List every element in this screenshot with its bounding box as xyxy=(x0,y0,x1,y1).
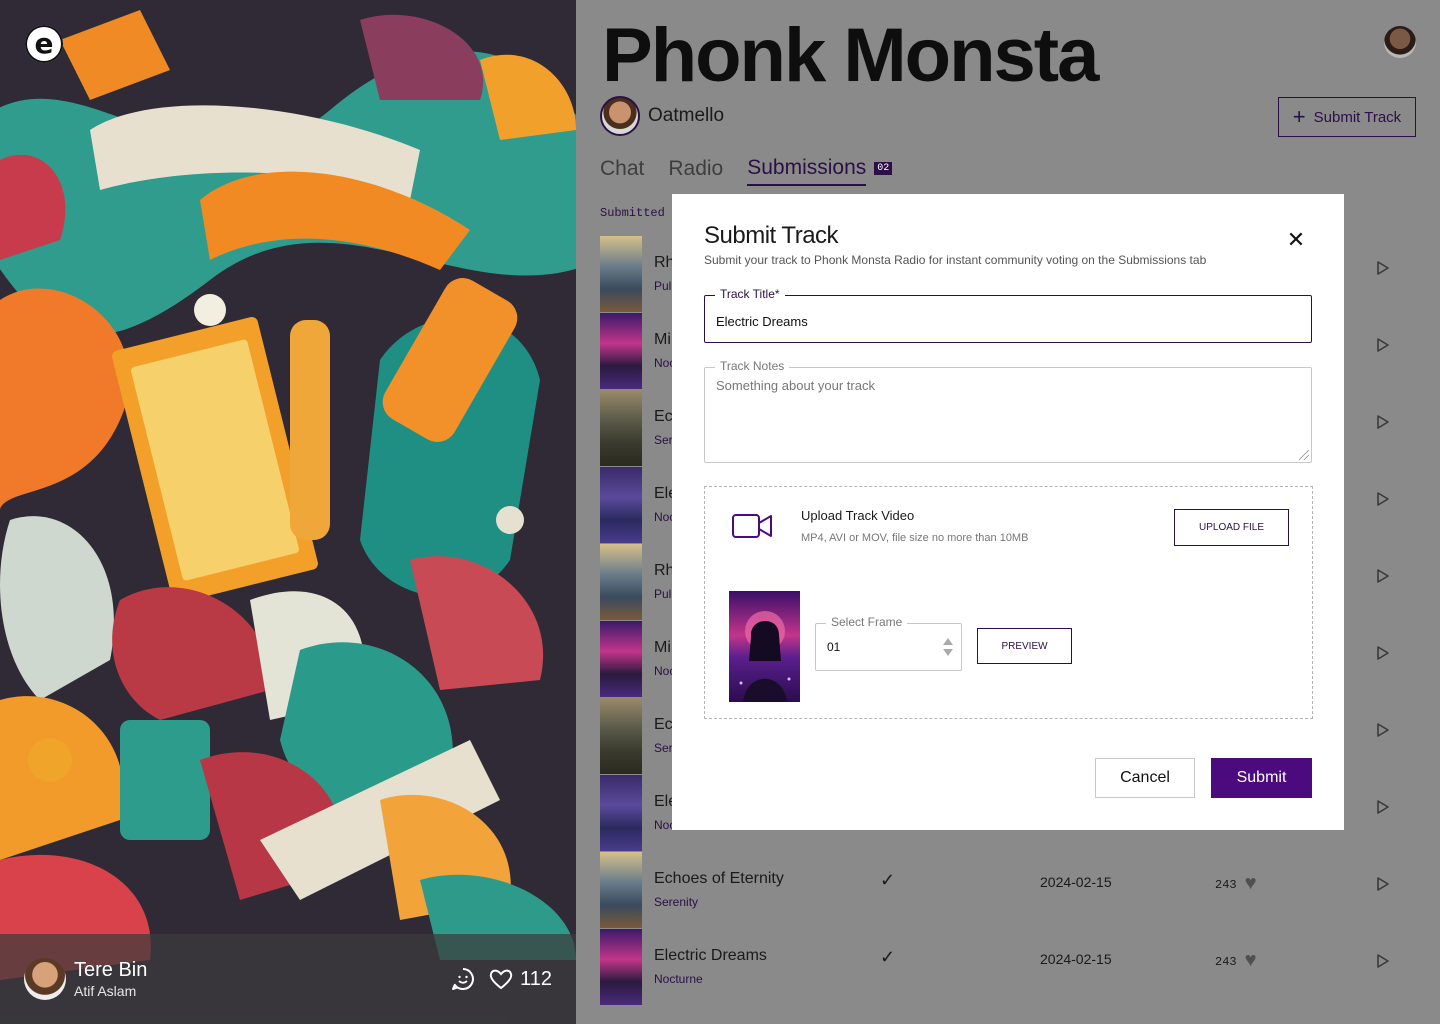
select-frame-label: Select Frame xyxy=(826,615,908,629)
heart-icon[interactable]: ♥ xyxy=(1245,875,1257,895)
track-title: Ec xyxy=(654,716,673,733)
track-thumbnail xyxy=(600,852,642,928)
track-artist[interactable]: Ser xyxy=(654,741,673,755)
track-title-value: Electric Dreams xyxy=(716,314,808,329)
creator-info[interactable]: Oatmello xyxy=(600,96,724,136)
upload-dropzone[interactable]: Upload Track Video MP4, AVI or MOV, file… xyxy=(704,486,1313,719)
track-title: Echoes of Eternity xyxy=(654,870,784,887)
track-thumbnail xyxy=(600,236,642,312)
submission-row[interactable]: Electric Dreams Nocturne ✓ 2024-02-15 243 ♥ xyxy=(600,929,1416,1006)
select-frame-field[interactable]: Select Frame 01 xyxy=(815,615,962,671)
submission-date: 2024-02-15 xyxy=(1040,874,1112,890)
like-count: 112 xyxy=(520,967,552,990)
track-artist[interactable]: Ser xyxy=(654,433,673,447)
track-thumbnail xyxy=(600,621,642,697)
track-thumbnail xyxy=(600,390,642,466)
submit-track-label: Submit Track xyxy=(1313,108,1402,126)
video-frame-thumbnail xyxy=(729,591,800,702)
play-icon[interactable] xyxy=(1376,414,1390,430)
submission-row[interactable]: Echoes of Eternity Serenity ✓ 2024-02-15 243… xyxy=(600,852,1416,929)
play-icon[interactable] xyxy=(1376,568,1390,584)
play-icon[interactable] xyxy=(1376,645,1390,661)
tab-chat[interactable]: Chat xyxy=(600,157,644,185)
app-logo[interactable]: e xyxy=(25,25,63,63)
tab-bar: Chat Radio Submissions 02 xyxy=(600,156,893,186)
upload-title: Upload Track Video xyxy=(801,508,915,523)
modal-description: Submit your track to Phonk Monsta Radio … xyxy=(704,253,1207,267)
page-title: Phonk Monsta xyxy=(602,13,1099,98)
tab-radio[interactable]: Radio xyxy=(668,157,723,185)
creator-avatar xyxy=(600,96,640,136)
cover-art: e Tere Bin Atif Aslam 112 xyxy=(0,0,576,1024)
player-actions: 112 xyxy=(450,966,552,992)
track-artist[interactable]: Nocturne xyxy=(654,972,703,986)
submit-track-button[interactable]: + Submit Track xyxy=(1278,97,1416,137)
cover-illustration xyxy=(0,0,576,1024)
track-title: Mi xyxy=(654,639,671,656)
chat-smile-icon[interactable] xyxy=(450,966,476,992)
video-camera-icon xyxy=(732,514,772,538)
play-icon[interactable] xyxy=(1376,337,1390,353)
vote-count-value: 243 xyxy=(1215,878,1237,892)
track-thumbnail xyxy=(600,544,642,620)
track-notes-field[interactable]: Track Notes Something about your track xyxy=(704,359,1312,463)
vote-count: 243 ♥ xyxy=(1215,875,1257,895)
now-playing-meta: Tere Bin Atif Aslam xyxy=(74,959,147,999)
vote-count: 243 ♥ xyxy=(1215,952,1257,972)
plus-icon: + xyxy=(1292,104,1306,129)
track-notes-label: Track Notes xyxy=(715,359,790,373)
submission-date: 2024-02-15 xyxy=(1040,951,1112,967)
track-title: Mi xyxy=(654,331,671,348)
user-avatar[interactable] xyxy=(1384,26,1416,58)
creator-name: Oatmello xyxy=(648,105,725,126)
track-thumbnail xyxy=(600,698,642,774)
track-thumbnail xyxy=(600,929,642,1005)
track-thumbnail xyxy=(600,467,642,543)
play-icon[interactable] xyxy=(1376,799,1390,815)
track-thumbnail xyxy=(600,775,642,851)
track-artist[interactable]: Serenity xyxy=(654,895,698,909)
now-playing-artist: Atif Aslam xyxy=(74,983,137,999)
preview-button[interactable]: PREVIEW xyxy=(977,628,1072,664)
resize-handle-icon[interactable] xyxy=(1299,450,1309,460)
upload-file-button[interactable]: UPLOAD FILE xyxy=(1174,509,1289,546)
cancel-button[interactable]: Cancel xyxy=(1095,758,1195,798)
stepper-arrows-icon[interactable] xyxy=(942,635,954,659)
track-notes-placeholder: Something about your track xyxy=(716,378,875,393)
check-icon: ✓ xyxy=(880,947,896,967)
tab-submissions[interactable]: Submissions xyxy=(747,156,867,186)
check-icon: ✓ xyxy=(880,870,896,890)
heart-icon[interactable]: ♥ xyxy=(1245,952,1257,972)
like-control[interactable]: 112 xyxy=(488,967,552,991)
submissions-count-badge: 02 xyxy=(874,161,893,175)
vote-count-value: 243 xyxy=(1215,955,1237,969)
heart-icon[interactable] xyxy=(488,967,514,991)
track-title-label: Track Title* xyxy=(715,287,785,301)
select-frame-value: 01 xyxy=(827,640,841,654)
now-playing-bar: Tere Bin Atif Aslam 112 xyxy=(0,934,576,1024)
play-icon[interactable] xyxy=(1376,953,1390,969)
play-icon[interactable] xyxy=(1376,491,1390,507)
track-artist[interactable]: Pul xyxy=(654,587,671,601)
track-title: Ec xyxy=(654,408,673,425)
play-icon[interactable] xyxy=(1376,260,1390,276)
upload-hint: MP4, AVI or MOV, file size no more than … xyxy=(801,532,1029,544)
artist-avatar xyxy=(24,958,66,1000)
submit-track-modal: Submit Track Submit your track to Phonk … xyxy=(672,194,1344,830)
close-icon[interactable]: ✕ xyxy=(1286,229,1306,251)
track-thumbnail xyxy=(600,313,642,389)
submit-button[interactable]: Submit xyxy=(1211,758,1312,798)
now-playing-song: Tere Bin xyxy=(74,959,148,981)
submitted-label: Submitted xyxy=(600,206,665,220)
play-icon[interactable] xyxy=(1376,722,1390,738)
play-icon[interactable] xyxy=(1376,876,1390,892)
track-artist[interactable]: Pul xyxy=(654,279,671,293)
track-title-field[interactable]: Track Title* Electric Dreams xyxy=(704,287,1312,343)
modal-title: Submit Track xyxy=(704,222,839,249)
track-title: Electric Dreams xyxy=(654,947,767,964)
